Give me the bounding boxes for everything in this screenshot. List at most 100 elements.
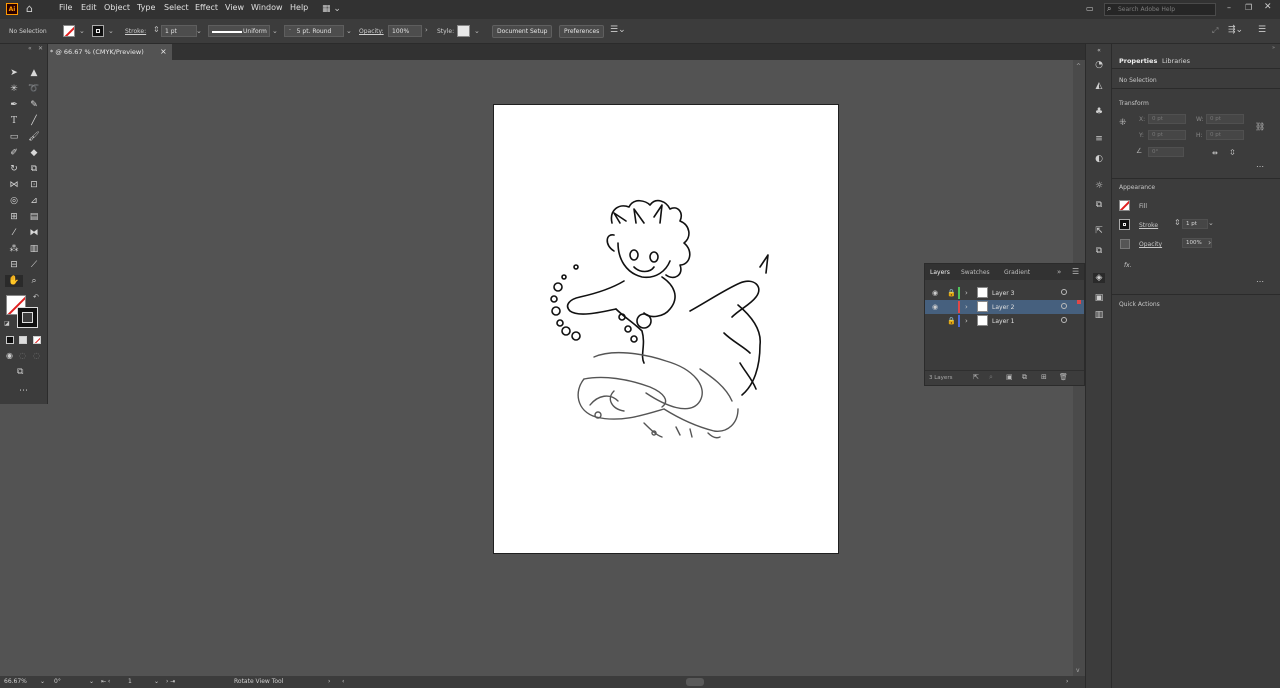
menu-type[interactable]: Type bbox=[137, 3, 155, 12]
layer-name[interactable]: Layer 2 bbox=[992, 304, 1014, 311]
stroke-label[interactable]: Stroke bbox=[1139, 222, 1158, 229]
search-field[interactable]: ⌕ Search Adobe Help bbox=[1104, 3, 1216, 16]
eyedropper-tool-icon[interactable]: ⁄ bbox=[7, 227, 21, 239]
opacity-arrow-icon[interactable]: › bbox=[425, 26, 428, 34]
artboard-number[interactable]: 1 bbox=[128, 678, 132, 685]
mesh-tool-icon[interactable]: ⊞ bbox=[7, 211, 21, 223]
locate-object-icon[interactable]: ⌕ bbox=[989, 373, 993, 382]
panel-menu-icon[interactable]: ☰ bbox=[1258, 25, 1266, 35]
restore-button[interactable]: ❐ bbox=[1245, 3, 1252, 12]
workspace-switcher-icon[interactable]: ▦ ⌄ bbox=[322, 4, 341, 14]
none-mode-icon[interactable] bbox=[33, 336, 41, 344]
layer-row[interactable]: ◉ 🔒 › Layer 3 bbox=[925, 286, 1084, 300]
menu-edit[interactable]: Edit bbox=[81, 3, 97, 12]
opacity-label[interactable]: Opacity bbox=[1139, 241, 1162, 248]
delete-layer-icon[interactable]: 🗑 bbox=[1059, 373, 1068, 381]
scale-tool-icon[interactable]: ⧉ bbox=[27, 163, 41, 175]
rotate-tool-icon[interactable]: ↻ bbox=[7, 163, 21, 175]
shape-builder-tool-icon[interactable]: ◎ bbox=[7, 195, 21, 207]
stroke-stepper-icon[interactable]: ⇕ bbox=[1174, 218, 1181, 227]
selection-tool-icon[interactable]: ➤ bbox=[7, 67, 21, 79]
zoom-level[interactable]: 66.67% bbox=[4, 678, 27, 685]
y-field[interactable]: 0 pt bbox=[1148, 130, 1186, 140]
symbol-sprayer-tool-icon[interactable]: ⁂ bbox=[7, 243, 21, 255]
default-colors-icon[interactable]: ◪ bbox=[4, 320, 10, 327]
layer-row-selected[interactable]: ◉ › Layer 2 bbox=[925, 300, 1084, 314]
menu-select[interactable]: Select bbox=[164, 3, 189, 12]
gradient-mode-icon[interactable] bbox=[19, 336, 27, 344]
rotation-value[interactable]: 0° bbox=[54, 678, 61, 685]
h-field[interactable]: 0 pt bbox=[1206, 130, 1244, 140]
brush-dropdown-icon[interactable]: ⌄ bbox=[346, 27, 352, 35]
artboard[interactable] bbox=[493, 104, 839, 554]
more-options-icon[interactable]: ⋯ bbox=[1256, 162, 1264, 171]
expand-arrow-icon[interactable]: › bbox=[965, 317, 968, 325]
flip-vertical-icon[interactable]: ⇳ bbox=[1229, 148, 1236, 157]
close-window-button[interactable]: ✕ bbox=[1264, 2, 1272, 12]
stroke-stepper-icon[interactable]: ⇕ bbox=[153, 25, 160, 34]
stroke-swatch-icon[interactable] bbox=[1119, 219, 1130, 230]
type-tool-icon[interactable]: T bbox=[7, 115, 21, 127]
hscroll-left-icon[interactable]: ‹ bbox=[342, 678, 344, 685]
layer-name[interactable]: Layer 1 bbox=[992, 318, 1014, 325]
opacity-field[interactable]: 100% bbox=[388, 25, 422, 37]
paintbrush-tool-icon[interactable]: 🖌 bbox=[27, 131, 41, 143]
profile-dropdown-icon[interactable]: ⌄ bbox=[272, 27, 278, 35]
brushes-icon[interactable]: ♣ bbox=[1093, 107, 1105, 117]
appearance-more-icon[interactable]: ⋯ bbox=[1256, 277, 1264, 286]
tab-gradient[interactable]: Gradient bbox=[1004, 269, 1030, 276]
document-tab[interactable]: * @ 66.67 % (CMYK/Preview) × bbox=[48, 44, 172, 60]
zoom-dropdown-icon[interactable]: ⌄ bbox=[40, 678, 45, 685]
tab-layers[interactable]: Layers bbox=[930, 269, 950, 276]
opacity-label[interactable]: Opacity: bbox=[359, 28, 384, 35]
fill-swatch-icon[interactable] bbox=[1119, 200, 1130, 211]
direct-selection-tool-icon[interactable]: ▲ bbox=[27, 67, 41, 79]
menu-file[interactable]: File bbox=[59, 3, 72, 12]
flip-horizontal-icon[interactable]: ⇹ bbox=[1212, 149, 1218, 157]
gradient-tool-icon[interactable]: ▤ bbox=[27, 211, 41, 223]
menu-object[interactable]: Object bbox=[104, 3, 130, 12]
tab-libraries[interactable]: Libraries bbox=[1162, 57, 1190, 65]
free-transform-tool-icon[interactable]: ⊡ bbox=[27, 179, 41, 191]
draw-behind-icon[interactable]: ◌ bbox=[33, 351, 40, 360]
style-dropdown-icon[interactable]: ⌄ bbox=[474, 27, 480, 35]
swap-fill-stroke-icon[interactable]: ↶ bbox=[33, 293, 39, 301]
pen-tool-icon[interactable]: ✒ bbox=[7, 99, 21, 111]
hand-tool-icon[interactable]: ✋ bbox=[5, 275, 23, 287]
hscroll-right-icon[interactable]: › bbox=[1066, 678, 1068, 685]
arrange-documents-icon[interactable]: ▭ bbox=[1086, 4, 1094, 13]
artboards-icon[interactable]: ⧉ bbox=[1093, 246, 1105, 256]
blend-tool-icon[interactable]: ⧓ bbox=[27, 227, 41, 239]
width-tool-icon[interactable]: ⋈ bbox=[7, 179, 21, 191]
stroke-color-icon[interactable] bbox=[17, 307, 38, 328]
brush-definition[interactable]: · 5 pt. Round bbox=[284, 25, 344, 37]
export-icon[interactable]: ⇱ bbox=[1093, 226, 1105, 236]
layers-menu-icon[interactable]: ☰ bbox=[1072, 267, 1079, 276]
reference-point-icon[interactable]: ⁜ bbox=[1119, 118, 1127, 128]
new-layer-icon[interactable]: ⊞ bbox=[1041, 373, 1047, 381]
line-tool-icon[interactable]: ╱ bbox=[27, 115, 41, 127]
magic-wand-tool-icon[interactable]: ✳ bbox=[7, 83, 21, 95]
fx-button[interactable]: fx. bbox=[1124, 262, 1132, 269]
document-setup-button[interactable]: Document Setup bbox=[492, 25, 553, 38]
style-swatch[interactable] bbox=[457, 25, 470, 37]
first-artboard-icon[interactable]: ⇤ ‹ bbox=[101, 678, 110, 685]
properties-close-icon[interactable]: » bbox=[1272, 45, 1275, 51]
horizontal-scroll-thumb[interactable] bbox=[686, 678, 704, 686]
minimize-button[interactable]: – bbox=[1227, 3, 1231, 12]
shaper-tool-icon[interactable]: ✐ bbox=[7, 147, 21, 159]
draw-normal-icon[interactable]: ◉ bbox=[6, 351, 13, 360]
expand-arrow-icon[interactable]: › bbox=[965, 289, 968, 297]
stroke-panel-icon[interactable]: ≡ bbox=[1093, 134, 1105, 144]
variable-width-profile[interactable]: Uniform bbox=[208, 25, 270, 37]
w-field[interactable]: 0 pt bbox=[1206, 114, 1244, 124]
x-field[interactable]: 0 pt bbox=[1148, 114, 1186, 124]
menu-effect[interactable]: Effect bbox=[195, 3, 218, 12]
perspective-grid-tool-icon[interactable]: ⊿ bbox=[27, 195, 41, 207]
last-artboard-icon[interactable]: › ⇥ bbox=[166, 678, 175, 685]
panel-close-icon[interactable]: ✕ bbox=[38, 45, 43, 52]
preferences-button[interactable]: Preferences bbox=[559, 25, 605, 38]
stroke-dropdown-icon[interactable]: ⌄ bbox=[108, 27, 114, 35]
layer-name[interactable]: Layer 3 bbox=[992, 290, 1014, 297]
artboard-tool-icon[interactable]: ⊟ bbox=[7, 259, 21, 271]
